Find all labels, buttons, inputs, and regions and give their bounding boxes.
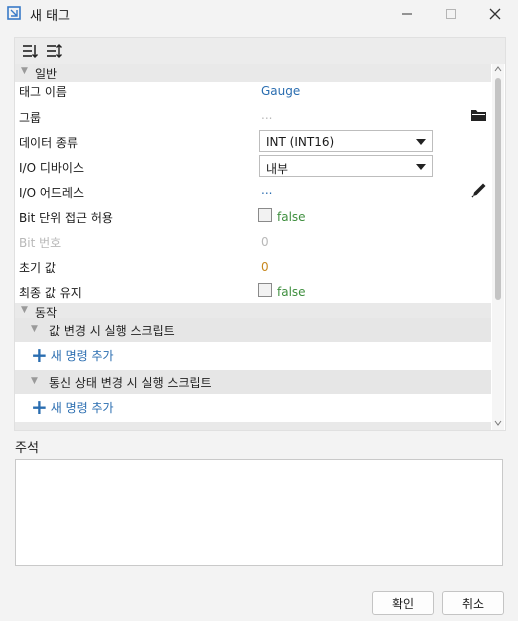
ok-button[interactable]: 확인 bbox=[372, 591, 434, 615]
script-section-comm-status[interactable]: ▼ 통신 상태 변경 시 실행 스크립트 bbox=[15, 370, 491, 394]
script-section-value-change[interactable]: ▼ 값 변경 시 실행 스크립트 bbox=[15, 318, 491, 342]
comment-textarea[interactable] bbox=[15, 459, 503, 566]
scroll-up-icon[interactable] bbox=[494, 66, 502, 72]
collapse-icon: ▼ bbox=[31, 376, 38, 386]
io-device-value: 내부 bbox=[266, 162, 289, 176]
scrollbar-thumb[interactable] bbox=[495, 78, 501, 300]
io-address-value[interactable]: ... bbox=[261, 183, 272, 197]
data-type-label: 데이터 종류 bbox=[19, 136, 79, 150]
chevron-down-icon bbox=[416, 164, 426, 170]
script-section-label: 값 변경 시 실행 스크립트 bbox=[49, 324, 175, 338]
tag-name-value[interactable]: Gauge bbox=[261, 84, 300, 98]
data-type-value: INT (INT16) bbox=[266, 135, 335, 149]
category-general[interactable]: ▼ 일반 bbox=[15, 64, 491, 82]
add-command-button[interactable]: + 새 명령 추가 bbox=[31, 345, 114, 365]
app-icon bbox=[7, 6, 21, 20]
cancel-button[interactable]: 취소 bbox=[442, 591, 504, 615]
retain-value-checkbox[interactable] bbox=[258, 283, 272, 297]
vertical-scrollbar[interactable] bbox=[492, 64, 504, 430]
add-command-button[interactable]: + 새 명령 추가 bbox=[31, 397, 114, 417]
comment-label: 주석 bbox=[15, 441, 39, 456]
plus-icon: + bbox=[31, 395, 48, 419]
sort-categorized-icon[interactable] bbox=[21, 42, 39, 60]
folder-icon[interactable] bbox=[470, 108, 487, 122]
tag-name-label: 태그 이름 bbox=[19, 85, 67, 99]
retain-value-label: 최종 값 유지 bbox=[19, 286, 82, 300]
minimize-icon bbox=[402, 13, 412, 15]
retain-value-value: false bbox=[277, 285, 306, 299]
category-next-partial bbox=[15, 422, 491, 430]
add-command-label: 새 명령 추가 bbox=[50, 400, 114, 415]
sort-alphabetical-icon[interactable] bbox=[45, 42, 63, 60]
maximize-icon bbox=[446, 9, 456, 19]
add-command-label: 새 명령 추가 bbox=[50, 348, 114, 363]
group-value[interactable]: ... bbox=[261, 108, 272, 122]
group-label: 그룹 bbox=[19, 111, 42, 125]
bit-access-value: false bbox=[277, 210, 306, 224]
script-section-label: 통신 상태 변경 시 실행 스크립트 bbox=[49, 376, 212, 390]
chevron-down-icon bbox=[416, 139, 426, 145]
bit-number-label: Bit 번호 bbox=[19, 236, 62, 250]
window-title: 새 태그 bbox=[30, 9, 71, 24]
collapse-icon: ▼ bbox=[21, 66, 28, 76]
data-type-select[interactable]: INT (INT16) bbox=[259, 130, 433, 152]
bit-access-checkbox[interactable] bbox=[258, 208, 272, 222]
collapse-icon: ▼ bbox=[31, 324, 38, 334]
initial-value-label: 초기 값 bbox=[19, 261, 56, 275]
maximize-button[interactable] bbox=[428, 0, 474, 28]
category-label: 일반 bbox=[35, 67, 58, 81]
property-grid: ▼ 일반 태그 이름 Gauge 그룹 ... 데이터 종류 INT (INT1… bbox=[14, 37, 506, 431]
bit-number-value: 0 bbox=[261, 235, 269, 249]
io-address-label: I/O 어드레스 bbox=[19, 186, 85, 200]
io-device-select[interactable]: 내부 bbox=[259, 155, 433, 177]
close-icon bbox=[489, 8, 501, 20]
edit-pencil-icon[interactable] bbox=[470, 181, 488, 199]
collapse-icon: ▼ bbox=[21, 305, 28, 315]
scroll-down-icon[interactable] bbox=[494, 420, 502, 426]
initial-value[interactable]: 0 bbox=[261, 260, 269, 274]
close-button[interactable] bbox=[472, 0, 518, 28]
plus-icon: + bbox=[31, 343, 48, 367]
minimize-button[interactable] bbox=[384, 0, 430, 28]
property-grid-toolbar bbox=[15, 38, 505, 64]
io-device-label: I/O 디바이스 bbox=[19, 161, 85, 175]
bit-access-label: Bit 단위 접근 허용 bbox=[19, 211, 113, 225]
